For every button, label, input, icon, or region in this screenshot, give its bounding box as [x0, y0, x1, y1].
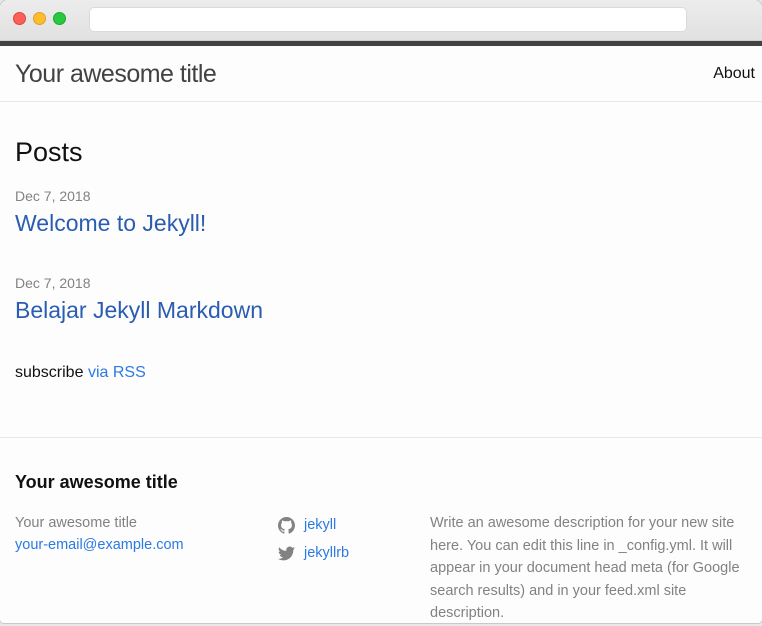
footer-site-name: Your awesome title [15, 515, 137, 531]
footer-contact: Your awesome title your-email@example.co… [15, 512, 184, 556]
rss-link[interactable]: via RSS [88, 364, 146, 381]
footer-email-link[interactable]: your-email@example.com [15, 537, 184, 553]
footer-social: jekyll jekyllrb [278, 511, 349, 567]
site-description: Write an awesome description for your ne… [430, 515, 740, 621]
twitter-icon [278, 546, 295, 560]
social-item-github[interactable]: jekyll [278, 511, 349, 539]
post-list-item: Dec 7, 2018 Welcome to Jekyll! [15, 188, 755, 237]
maximize-window-button[interactable] [53, 12, 66, 25]
posts-heading: Posts [15, 137, 83, 167]
site-footer: Your awesome title Your awesome title yo… [0, 437, 762, 623]
social-item-twitter[interactable]: jekyllrb [278, 539, 349, 567]
post-list-item: Dec 7, 2018 Belajar Jekyll Markdown [15, 275, 755, 324]
twitter-username-link[interactable]: jekyllrb [304, 545, 349, 561]
browser-toolbar [0, 0, 762, 41]
main-content: Posts Dec 7, 2018 Welcome to Jekyll! Dec… [15, 137, 755, 382]
site-title-link[interactable]: Your awesome title [15, 60, 217, 89]
close-window-button[interactable] [13, 12, 26, 25]
post-date: Dec 7, 2018 [15, 188, 91, 204]
post-title-link[interactable]: Welcome to Jekyll! [15, 210, 755, 237]
minimize-window-button[interactable] [33, 12, 46, 25]
post-title-link[interactable]: Belajar Jekyll Markdown [15, 297, 755, 324]
site-header: Your awesome title About [0, 46, 762, 102]
post-date: Dec 7, 2018 [15, 275, 91, 291]
github-icon [278, 516, 295, 534]
subscribe-line: subscribe via RSS [15, 364, 755, 382]
subscribe-label: subscribe [15, 364, 84, 381]
nav-link-about[interactable]: About [713, 65, 755, 83]
browser-window: Your awesome title About Posts Dec 7, 20… [0, 0, 762, 623]
address-bar[interactable] [89, 7, 687, 32]
github-username-link[interactable]: jekyll [304, 517, 336, 533]
web-page: Your awesome title About Posts Dec 7, 20… [0, 41, 762, 623]
footer-heading: Your awesome title [15, 472, 178, 492]
